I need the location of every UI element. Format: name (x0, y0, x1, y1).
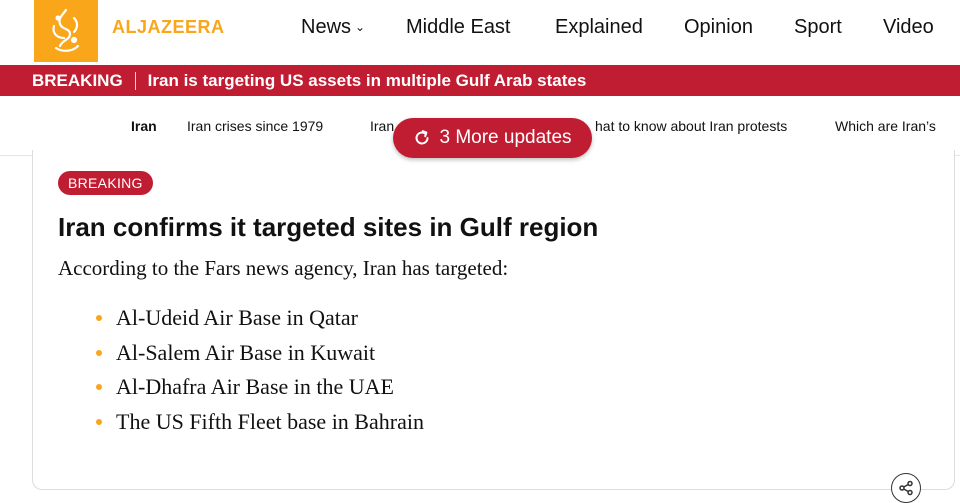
topic-iran-protests[interactable]: hat to know about Iran protests (595, 118, 787, 134)
bullet-dot-icon (96, 349, 102, 356)
nav-item-video[interactable]: Video (883, 16, 934, 39)
site-header: ALJAZEERA News ⌄ Middle East Explained Op… (0, 0, 960, 62)
refresh-icon (413, 129, 431, 147)
bullet-dot-icon (96, 418, 102, 425)
topic-iran-2[interactable]: Iran (370, 118, 394, 134)
list-item-text: Al-Udeid Air Base in Qatar (116, 305, 358, 330)
list-item: Al-Salem Air Base in Kuwait (92, 339, 424, 374)
list-item-text: The US Fifth Fleet base in Bahrain (116, 408, 424, 434)
nav-item-news[interactable]: News ⌄ (301, 16, 365, 39)
nav-item-middle-east[interactable]: Middle East (406, 16, 511, 39)
list-item-text: Al-Dhafra Air Base in the UAE (116, 374, 394, 399)
nav-item-explained[interactable]: Explained (555, 16, 643, 39)
aljazeera-calligraphy-icon (52, 8, 80, 52)
more-updates-label: 3 More updates (439, 127, 572, 148)
more-updates-button[interactable]: 3 More updates (393, 118, 592, 158)
breaking-label: BREAKING (32, 70, 123, 90)
target-list: Al-Udeid Air Base in Qatar Al-Salem Air … (92, 304, 424, 442)
list-item-text: Al-Salem Air Base in Kuwait (116, 339, 376, 365)
share-icon (899, 480, 913, 496)
breaking-badge: BREAKING (58, 171, 153, 195)
bullet-dot-icon (96, 384, 102, 390)
list-item: Al-Udeid Air Base in Qatar (92, 304, 424, 339)
post-intro: According to the Fars news agency, Iran … (58, 256, 509, 280)
divider (134, 71, 136, 90)
aljazeera-logo[interactable] (34, 0, 98, 62)
breaking-news-bar[interactable]: BREAKING Iran is targeting US assets in … (0, 65, 960, 96)
nav-item-opinion[interactable]: Opinion (684, 16, 753, 39)
topic-iran[interactable]: Iran (131, 118, 157, 134)
brand-name[interactable]: ALJAZEERA (112, 17, 225, 38)
nav-item-label: News (301, 16, 352, 38)
nav-item-sport[interactable]: Sport (794, 16, 842, 39)
topic-iran-which[interactable]: Which are Iran’s (835, 118, 936, 134)
list-item: Al-Dhafra Air Base in the UAE (92, 373, 424, 408)
list-item: The US Fifth Fleet base in Bahrain (92, 408, 424, 443)
bullet-dot-icon (96, 315, 102, 321)
chevron-down-icon: ⌄ (355, 20, 366, 34)
post-headline: Iran confirms it targeted sites in Gulf … (58, 212, 599, 242)
breaking-headline[interactable]: Iran is targeting US assets in multiple … (148, 71, 587, 91)
topic-iran-crises[interactable]: Iran crises since 1979 (187, 118, 323, 134)
share-button[interactable] (891, 473, 921, 503)
